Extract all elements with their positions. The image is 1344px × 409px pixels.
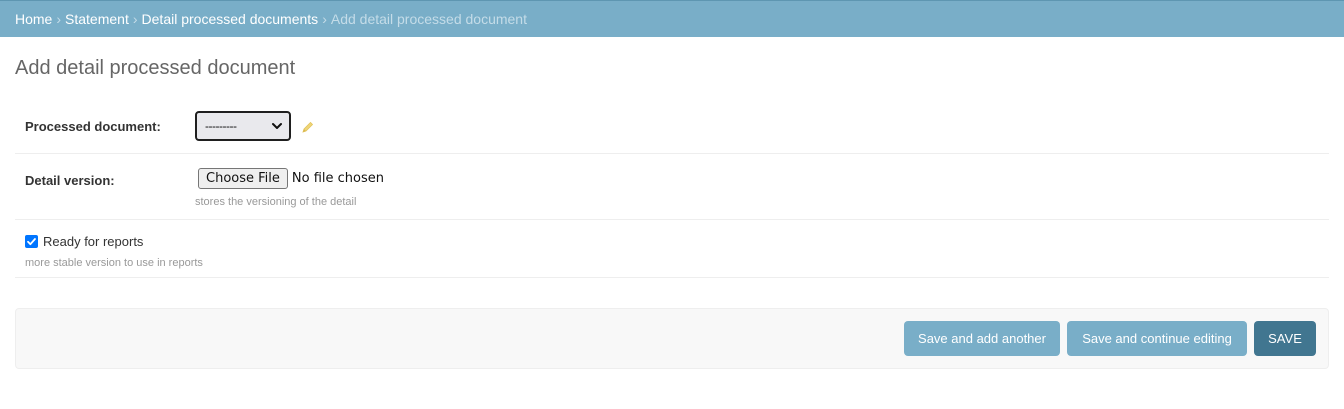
form-row-detail-version: Detail version: Choose File No file chos… [15,154,1329,220]
breadcrumb-separator: › [322,11,327,27]
add-form: Processed document: --------- Detail ver… [15,96,1329,278]
breadcrumb: Home › Statement › Detail processed docu… [0,0,1344,37]
form-row-ready-for-reports: Ready for reports more stable version to… [15,220,1329,278]
page-title: Add detail processed document [15,57,296,79]
chevron-down-icon [271,120,283,132]
processed-document-selected-value: --------- [205,119,237,133]
save-button[interactable]: Save [1254,321,1316,356]
checkmark-icon [27,238,36,246]
ready-for-reports-help: more stable version to use in reports [25,257,203,269]
save-and-add-another-button[interactable]: Save and add another [904,321,1060,356]
detail-version-file-input[interactable]: Choose File No file chosen [198,168,384,189]
processed-document-select[interactable]: --------- [195,111,291,141]
ready-for-reports-checkbox[interactable] [25,235,38,248]
breadcrumb-separator: › [56,11,62,27]
breadcrumb-current: Add detail processed document [330,11,527,27]
processed-document-label: Processed document: [25,119,161,134]
pencil-icon[interactable] [301,120,315,134]
breadcrumb-home-link[interactable]: Home [15,11,52,27]
submit-row: Save and add another Save and continue e… [15,308,1329,369]
save-and-continue-button[interactable]: Save and continue editing [1067,321,1247,356]
breadcrumb-detail-docs-link[interactable]: Detail processed documents [142,11,319,27]
breadcrumb-statement-link[interactable]: Statement [65,11,129,27]
detail-version-help: stores the versioning of the detail [195,196,357,208]
detail-version-label: Detail version: [25,173,115,188]
ready-for-reports-label[interactable]: Ready for reports [43,234,143,249]
breadcrumb-separator: › [132,11,138,27]
form-row-processed-document: Processed document: --------- [15,96,1329,154]
choose-file-button[interactable]: Choose File [198,168,288,189]
ready-for-reports-field: Ready for reports [25,234,143,249]
file-status-text: No file chosen [291,171,384,186]
